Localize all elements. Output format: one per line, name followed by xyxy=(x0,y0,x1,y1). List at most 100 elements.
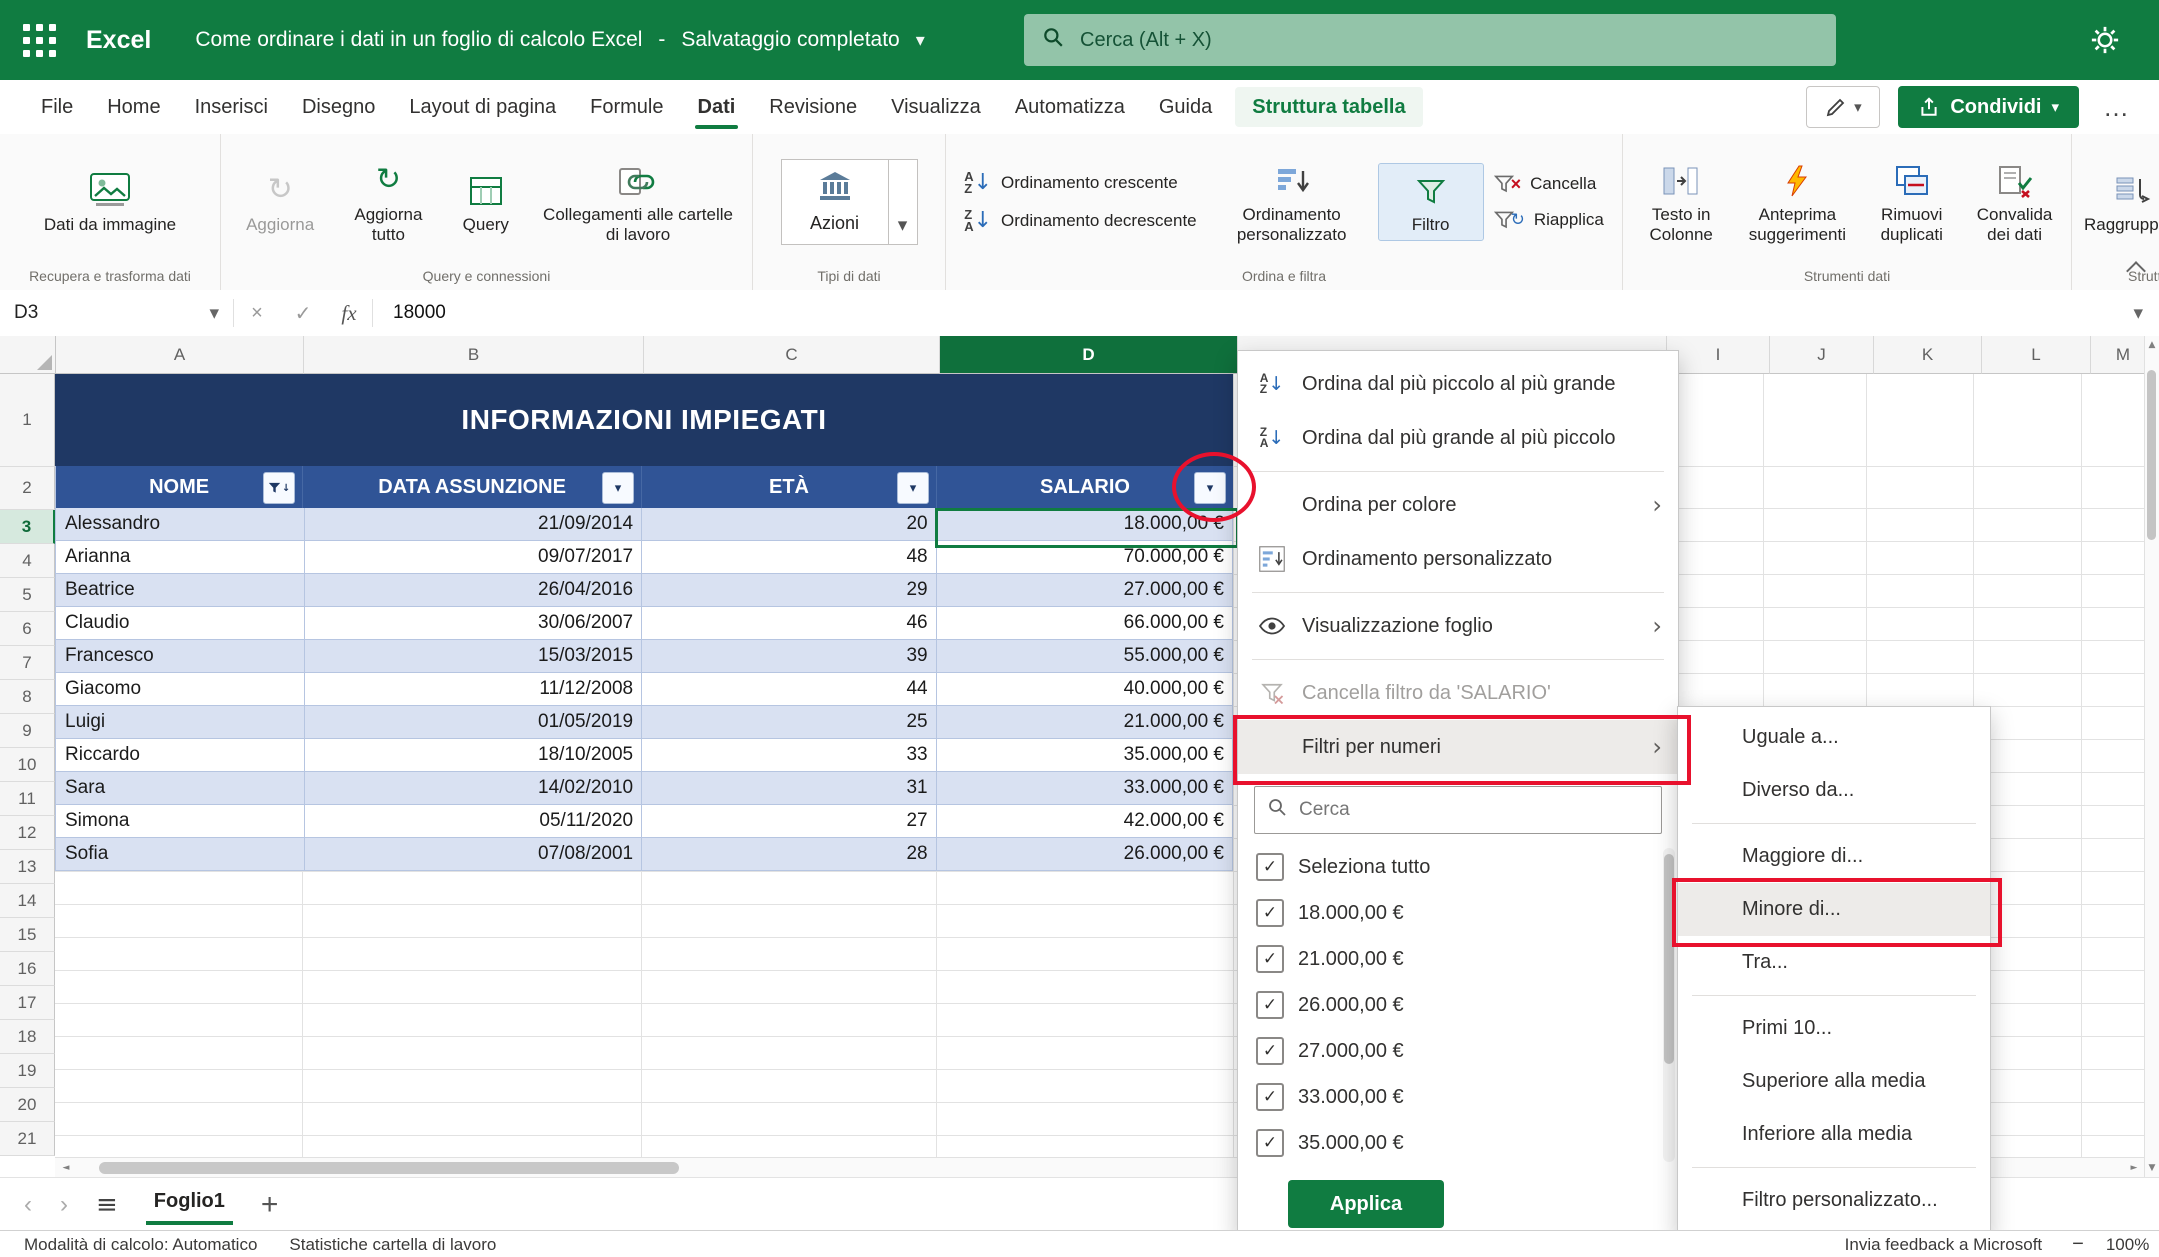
checkbox-checked[interactable]: ✓ xyxy=(1256,1083,1284,1111)
cell[interactable]: Riccardo xyxy=(55,739,305,772)
horizontal-scroll-thumb[interactable] xyxy=(99,1162,679,1174)
settings-button[interactable] xyxy=(2085,20,2125,60)
cell[interactable]: 44 xyxy=(642,673,936,706)
scroll-down-arrow[interactable]: ▼ xyxy=(2145,1159,2159,1177)
checkbox-checked[interactable]: ✓ xyxy=(1256,1037,1284,1065)
cell[interactable]: Sofia xyxy=(55,838,305,871)
flash-fill-button[interactable]: Anteprima suggerimenti xyxy=(1735,154,1859,250)
row-header-3-selected[interactable]: 3 xyxy=(0,510,55,544)
insert-function-button[interactable]: fx xyxy=(326,301,372,326)
data-from-picture-button[interactable]: Dati da immagine xyxy=(38,164,182,241)
select-all-corner[interactable] xyxy=(0,336,56,374)
menu-number-filters[interactable]: Filtri per numeri › xyxy=(1238,720,1678,774)
cell[interactable]: 55.000,00 € xyxy=(937,640,1233,673)
cell[interactable]: 09/07/2017 xyxy=(305,541,642,574)
row-header-8[interactable]: 8 xyxy=(0,680,55,714)
filter-value-item[interactable]: ✓ 33.000,00 € xyxy=(1238,1074,1678,1120)
cell[interactable]: 15/03/2015 xyxy=(305,640,642,673)
cell[interactable]: 31 xyxy=(642,772,936,805)
header-nome[interactable]: NOME ↓ xyxy=(55,466,303,508)
cell[interactable]: 28 xyxy=(642,838,936,871)
cell[interactable]: 11/12/2008 xyxy=(305,673,642,706)
cell[interactable]: 14/02/2010 xyxy=(305,772,642,805)
column-header-a[interactable]: A xyxy=(56,336,304,374)
row-header-14[interactable]: 14 xyxy=(0,884,55,918)
row-header-11[interactable]: 11 xyxy=(0,782,55,816)
filter-value-select-all[interactable]: ✓ Seleziona tutto xyxy=(1238,844,1678,890)
menu-custom-sort[interactable]: Ordinamento personalizzato xyxy=(1238,532,1678,586)
name-box[interactable]: D3 ▾ xyxy=(0,290,233,336)
checkbox-checked[interactable]: ✓ xyxy=(1256,991,1284,1019)
checkbox-checked[interactable]: ✓ xyxy=(1256,1129,1284,1157)
tab-file[interactable]: File xyxy=(24,80,90,134)
cell[interactable]: Simona xyxy=(55,805,305,838)
menu-sheet-view[interactable]: Visualizzazione foglio › xyxy=(1238,599,1678,653)
cell[interactable]: 33 xyxy=(642,739,936,772)
column-header-k[interactable]: K xyxy=(1874,336,1982,374)
group-rows-button[interactable]: Raggruppa▾ xyxy=(2078,164,2159,241)
submenu-greater-than[interactable]: Maggiore di... xyxy=(1678,830,1990,883)
next-sheet-button[interactable]: › xyxy=(60,1191,68,1219)
vertical-scrollbar[interactable]: ▲ ▼ xyxy=(2144,336,2159,1177)
cell[interactable]: 48 xyxy=(642,541,936,574)
submenu-between[interactable]: Tra... xyxy=(1678,936,1990,989)
formula-input[interactable]: 18000 xyxy=(393,302,446,324)
cell[interactable]: Beatrice xyxy=(55,574,305,607)
data-types-gallery-caret[interactable]: ▾ xyxy=(888,160,917,244)
submenu-equals[interactable]: Uguale a... xyxy=(1678,711,1990,764)
filter-list-scroll-thumb[interactable] xyxy=(1664,854,1674,1064)
queries-button[interactable]: Query xyxy=(444,164,529,241)
row-header-5[interactable]: 5 xyxy=(0,578,55,612)
cell[interactable]: 26.000,00 € xyxy=(937,838,1233,871)
sheet-tab-foglio1[interactable]: Foglio1 xyxy=(146,1184,233,1225)
cancel-entry-button[interactable]: × xyxy=(234,302,280,325)
row-header-17[interactable]: 17 xyxy=(0,986,55,1020)
tab-struttura-tabella[interactable]: Struttura tabella xyxy=(1235,87,1422,127)
feedback-link[interactable]: Invia feedback a Microsoft xyxy=(1845,1235,2042,1255)
cell[interactable]: 21/09/2014 xyxy=(305,508,642,541)
cell[interactable]: 30/06/2007 xyxy=(305,607,642,640)
row-header-13[interactable]: 13 xyxy=(0,850,55,884)
workbook-links-button[interactable]: Collegamenti alle cartelle di lavoro xyxy=(530,154,746,250)
app-launcher-button[interactable] xyxy=(0,0,78,80)
checkbox-checked[interactable]: ✓ xyxy=(1256,853,1284,881)
cell[interactable]: 18/10/2005 xyxy=(305,739,642,772)
row-header-16[interactable]: 16 xyxy=(0,952,55,986)
filter-value-search[interactable] xyxy=(1254,786,1662,834)
eta-filter-button[interactable]: ▾ xyxy=(897,472,929,504)
data-validation-button[interactable]: Convalida dei dati xyxy=(1964,154,2065,250)
cell[interactable]: Francesco xyxy=(55,640,305,673)
column-header-i[interactable]: I xyxy=(1667,336,1770,374)
row-header-18[interactable]: 18 xyxy=(0,1020,55,1054)
workbook-statistics[interactable]: Statistiche cartella di lavoro xyxy=(289,1235,496,1255)
data-assunzione-filter-button[interactable]: ▾ xyxy=(602,472,634,504)
tab-visualizza[interactable]: Visualizza xyxy=(874,80,998,134)
refresh-all-button[interactable]: ↻ Aggiorna tutto xyxy=(335,154,441,250)
column-header-b[interactable]: B xyxy=(304,336,644,374)
cell[interactable]: 46 xyxy=(642,607,936,640)
filter-value-item[interactable]: ✓ 18.000,00 € xyxy=(1238,890,1678,936)
filter-value-item[interactable]: ✓ 21.000,00 € xyxy=(1238,936,1678,982)
filter-value-item[interactable]: ✓ 35.000,00 € xyxy=(1238,1120,1678,1166)
column-header-l[interactable]: L xyxy=(1982,336,2091,374)
checkbox-checked[interactable]: ✓ xyxy=(1256,899,1284,927)
cell[interactable]: 27 xyxy=(642,805,936,838)
cell[interactable]: Luigi xyxy=(55,706,305,739)
header-salario[interactable]: SALARIO ▾ xyxy=(937,466,1233,508)
submenu-custom-filter[interactable]: Filtro personalizzato... xyxy=(1678,1174,1990,1227)
expand-formula-bar-icon[interactable]: ▾ xyxy=(2133,302,2143,324)
calculation-mode[interactable]: Modalità di calcolo: Automatico xyxy=(24,1235,257,1255)
filter-search-input[interactable] xyxy=(1297,798,1649,822)
row-header-21[interactable]: 21 xyxy=(0,1122,55,1156)
cell[interactable]: 01/05/2019 xyxy=(305,706,642,739)
submenu-top-10[interactable]: Primi 10... xyxy=(1678,1002,1990,1055)
submenu-below-average[interactable]: Inferiore alla media xyxy=(1678,1108,1990,1161)
tab-guida[interactable]: Guida xyxy=(1142,80,1229,134)
tab-automatizza[interactable]: Automatizza xyxy=(998,80,1142,134)
tab-formule[interactable]: Formule xyxy=(573,80,680,134)
row-header-6[interactable]: 6 xyxy=(0,612,55,646)
submenu-less-than[interactable]: Minore di... xyxy=(1678,883,1990,936)
cell[interactable]: 26/04/2016 xyxy=(305,574,642,607)
drawing-mode-button[interactable]: ▾ xyxy=(1806,86,1880,128)
reapply-filter-button[interactable]: ↻ Riapplica xyxy=(1485,206,1612,234)
